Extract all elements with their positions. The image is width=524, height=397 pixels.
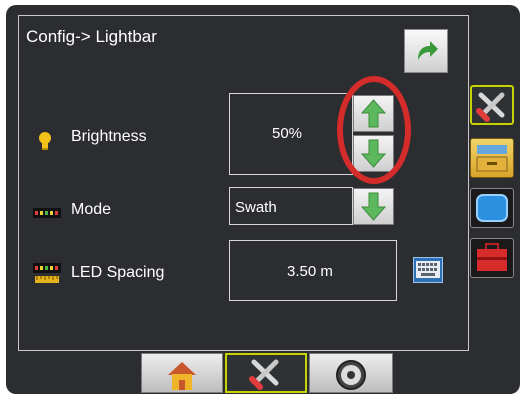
led-spacing-value: 3.50 m bbox=[287, 263, 333, 280]
tab-toolbox[interactable] bbox=[470, 238, 514, 278]
mode-dropdown-button[interactable] bbox=[353, 188, 394, 225]
arrow-down-icon bbox=[360, 192, 387, 221]
toolbox-tab-icon bbox=[477, 243, 507, 271]
tab-tools[interactable] bbox=[470, 85, 514, 125]
back-arrow-icon bbox=[418, 41, 438, 60]
mode-value: Swath bbox=[235, 199, 277, 216]
tab-home[interactable] bbox=[141, 353, 223, 393]
bulb-icon bbox=[39, 132, 51, 150]
page-title: Config-> Lightbar bbox=[26, 27, 157, 46]
led-spacing-label: LED Spacing bbox=[71, 264, 165, 281]
tools-tab-icon bbox=[249, 359, 279, 390]
led-spacing-icon bbox=[33, 263, 61, 283]
keyboard-icon[interactable] bbox=[413, 257, 443, 283]
brightness-label: Brightness bbox=[71, 128, 147, 145]
highlight-circle bbox=[337, 76, 411, 184]
tab-display[interactable] bbox=[470, 188, 514, 228]
brightness-value: 50% bbox=[272, 125, 303, 142]
mode-label: Mode bbox=[71, 201, 112, 218]
gauge-tab-icon bbox=[336, 360, 366, 390]
tab-tools-bottom[interactable] bbox=[225, 353, 307, 393]
tab-gauge[interactable] bbox=[309, 353, 393, 393]
home-tab-icon bbox=[168, 362, 196, 390]
console-tab-icon bbox=[476, 145, 508, 172]
tools-tab-icon bbox=[476, 92, 505, 122]
back-button[interactable] bbox=[404, 29, 448, 73]
display-tab-icon bbox=[476, 194, 508, 222]
tab-console[interactable] bbox=[470, 138, 514, 178]
lightbar-icon bbox=[33, 208, 61, 218]
